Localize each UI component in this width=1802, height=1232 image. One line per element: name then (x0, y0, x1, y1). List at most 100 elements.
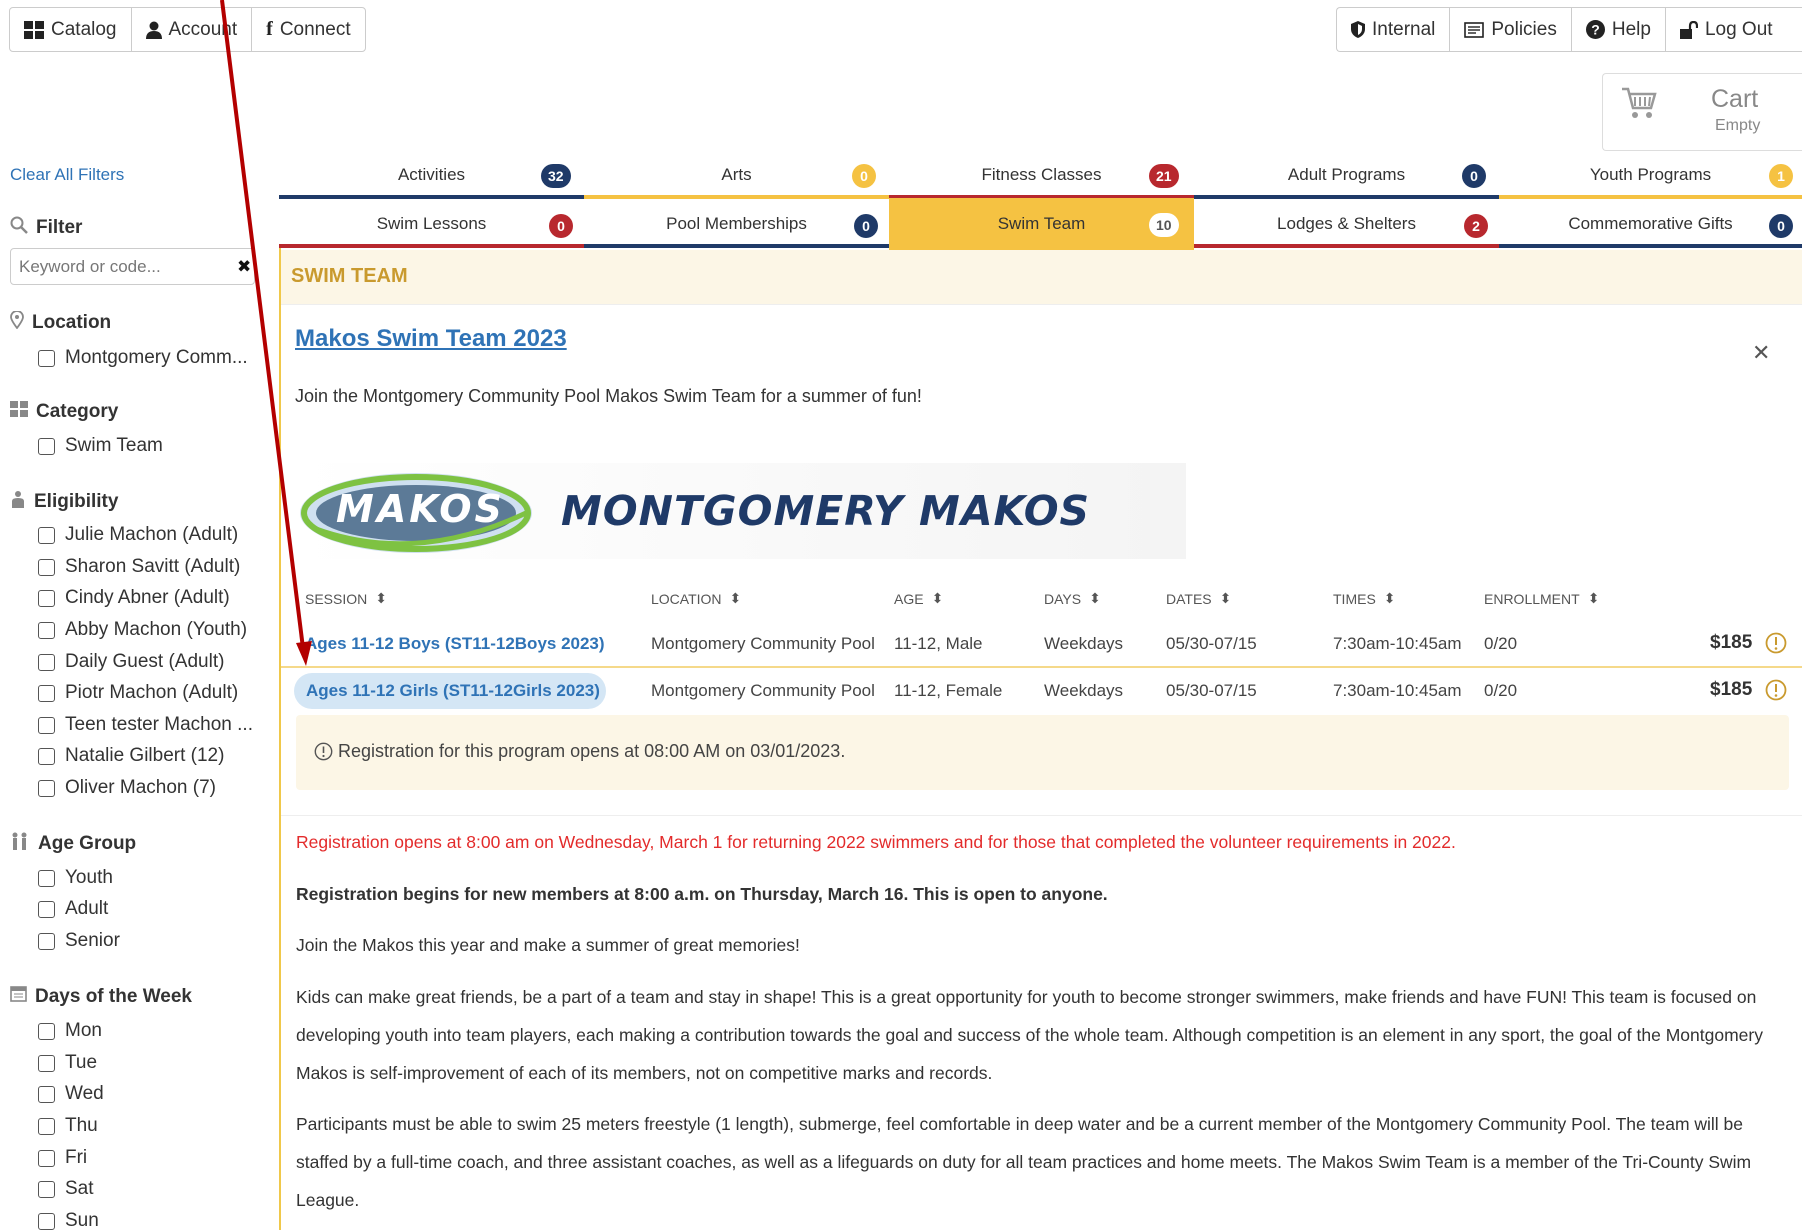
day-checkbox[interactable]: Mon (38, 1020, 102, 1042)
divider (281, 815, 1802, 816)
internal-button[interactable]: Internal (1337, 8, 1451, 51)
th-times[interactable]: TIMES ⬍ (1333, 590, 1396, 607)
search-placeholder: Keyword or code... (19, 256, 161, 276)
checkbox-box[interactable] (38, 1085, 55, 1103)
tab-activities[interactable]: Activities 32 (279, 155, 584, 199)
th-enrollment[interactable]: ENROLLMENT ⬍ (1484, 590, 1599, 607)
cart-widget[interactable]: Cart Empty (1602, 73, 1802, 151)
day-checkbox[interactable]: Thu (38, 1115, 98, 1137)
tab-count-badge: 21 (1149, 164, 1179, 188)
checkbox-box[interactable] (38, 526, 55, 544)
location-checkbox[interactable]: Montgomery Comm... (38, 347, 248, 369)
checkbox-box[interactable] (38, 437, 55, 455)
clear-all-filters-link[interactable]: Clear All Filters (10, 165, 124, 185)
tab-swim-team-active[interactable]: Swim Team 10 (889, 198, 1194, 250)
checkbox-box[interactable] (38, 1149, 55, 1167)
tab-adult-programs[interactable]: Adult Programs 0 (1194, 155, 1499, 199)
tab-arts[interactable]: Arts 0 (584, 155, 889, 199)
logout-button[interactable]: Log Out (1666, 8, 1787, 51)
checkbox-box[interactable] (38, 1212, 55, 1230)
age-group-checkbox[interactable]: Adult (38, 898, 108, 920)
day-checkbox[interactable]: Fri (38, 1147, 87, 1169)
sort-icon: ⬍ (1089, 590, 1101, 606)
eligibility-option-label: Oliver Machon (7) (65, 777, 216, 798)
tab-pool-memberships[interactable]: Pool Memberships 0 (584, 204, 889, 248)
connect-label: Connect (279, 18, 351, 40)
checkbox-box[interactable] (38, 900, 55, 918)
eligibility-checkbox[interactable]: Cindy Abner (Adult) (38, 587, 230, 609)
checkbox-box[interactable] (38, 869, 55, 887)
catalog-button[interactable]: Catalog (10, 8, 132, 51)
eligibility-checkbox[interactable]: Oliver Machon (7) (38, 777, 216, 799)
day-option-label: Fri (65, 1147, 88, 1168)
eligibility-option-label: Julie Machon (Adult) (65, 524, 239, 545)
checkbox-box[interactable] (38, 716, 55, 734)
calendar-icon (10, 985, 27, 1008)
th-location[interactable]: LOCATION ⬍ (651, 590, 741, 607)
eligibility-checkbox[interactable]: Sharon Savitt (Adult) (38, 556, 240, 578)
checkbox-box[interactable] (38, 1054, 55, 1072)
cart-title: Cart (1711, 85, 1759, 113)
eligibility-checkbox[interactable]: Julie Machon (Adult) (38, 524, 238, 546)
day-checkbox[interactable]: Wed (38, 1083, 104, 1105)
eligibility-checkbox[interactable]: Daily Guest (Adult) (38, 651, 224, 673)
catalog-label: Catalog (51, 18, 117, 40)
tab-swim-lessons[interactable]: Swim Lessons 0 (279, 204, 584, 248)
eligibility-checkbox[interactable]: Piotr Machon (Adult) (38, 682, 238, 704)
th-dates[interactable]: DATES ⬍ (1166, 590, 1231, 607)
policies-button[interactable]: Policies (1450, 8, 1572, 51)
tab-count-badge: 0 (1769, 214, 1793, 238)
close-icon[interactable]: ✕ (1752, 340, 1770, 366)
days-heading: Days of the Week (10, 985, 192, 1008)
session-link[interactable]: Ages 11-12 Girls (ST11-12Girls 2023) (306, 681, 600, 701)
account-label: Account (168, 18, 238, 40)
day-checkbox[interactable]: Tue (38, 1052, 97, 1074)
tab-commemorative-gifts[interactable]: Commemorative Gifts 0 (1499, 204, 1802, 248)
checkbox-box[interactable] (38, 653, 55, 671)
age-group-checkbox[interactable]: Senior (38, 930, 120, 952)
eligibility-option-label: Natalie Gilbert (12) (65, 745, 225, 766)
day-checkbox[interactable]: Sun (38, 1210, 99, 1232)
day-checkbox[interactable]: Sat (38, 1178, 94, 1200)
checkbox-box[interactable] (38, 589, 55, 607)
checkbox-box[interactable] (38, 684, 55, 702)
clear-search-icon[interactable]: ✖ (237, 257, 251, 277)
session-age: 11-12, Male (894, 634, 983, 653)
help-button[interactable]: ? Help (1572, 8, 1666, 51)
user-icon (145, 21, 162, 39)
category-heading: Category (10, 401, 118, 423)
info-icon[interactable] (1765, 679, 1787, 706)
tab-youth-programs[interactable]: Youth Programs 1 (1499, 155, 1802, 199)
checkbox-box[interactable] (38, 932, 55, 950)
keyword-search-input[interactable]: Keyword or code... (10, 248, 255, 285)
eligibility-option-label: Sharon Savitt (Adult) (65, 556, 241, 577)
info-icon[interactable] (1765, 632, 1787, 659)
checkbox-box[interactable] (38, 621, 55, 639)
search-icon (10, 216, 28, 240)
header-label: DATES (1166, 590, 1212, 607)
connect-button[interactable]: f Connect (252, 8, 364, 51)
eligibility-checkbox[interactable]: Natalie Gilbert (12) (38, 745, 224, 767)
checkbox-box[interactable] (38, 558, 55, 576)
checkbox-box[interactable] (38, 1117, 55, 1135)
checkbox-box[interactable] (38, 349, 55, 367)
category-checkbox[interactable]: Swim Team (38, 435, 163, 457)
session-location: Montgomery Community Pool (651, 681, 875, 700)
tab-fitness-classes[interactable]: Fitness Classes 21 (889, 155, 1194, 199)
program-title-link[interactable]: Makos Swim Team 2023 (295, 325, 567, 353)
checkbox-box[interactable] (38, 779, 55, 797)
th-age[interactable]: AGE ⬍ (894, 590, 943, 607)
session-link[interactable]: Ages 11-12 Boys (ST11-12Boys 2023) (305, 634, 605, 654)
checkbox-box[interactable] (38, 1022, 55, 1040)
account-button[interactable]: Account (132, 8, 253, 51)
sort-icon: ⬍ (375, 590, 387, 606)
eligibility-title: Eligibility (34, 491, 119, 512)
eligibility-checkbox[interactable]: Teen tester Machon ... (38, 714, 253, 736)
th-session[interactable]: SESSION ⬍ (305, 590, 387, 607)
age-group-checkbox[interactable]: Youth (38, 867, 113, 889)
eligibility-checkbox[interactable]: Abby Machon (Youth) (38, 619, 247, 641)
checkbox-box[interactable] (38, 1180, 55, 1198)
checkbox-box[interactable] (38, 747, 55, 765)
th-days[interactable]: DAYS ⬍ (1044, 590, 1101, 607)
tab-lodges-shelters[interactable]: Lodges & Shelters 2 (1194, 204, 1499, 248)
